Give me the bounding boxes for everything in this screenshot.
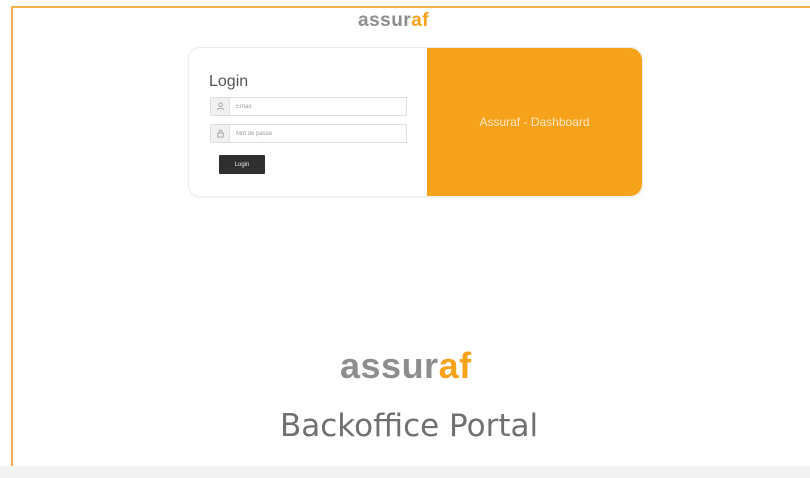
login-title: Login xyxy=(209,73,249,90)
lock-icon-glyph xyxy=(216,129,224,138)
footer-logo-text-af: af xyxy=(438,345,472,386)
dashboard-panel-text: Assuraf - Dashboard xyxy=(479,115,590,129)
dashboard-panel: Assuraf - Dashboard xyxy=(427,48,642,196)
password-field[interactable] xyxy=(210,124,407,143)
logo-text-assur: assur xyxy=(358,10,412,31)
password-input[interactable] xyxy=(230,126,406,141)
lock-icon xyxy=(211,125,230,142)
footer-logo: assuraf xyxy=(340,345,472,387)
user-icon xyxy=(211,98,230,115)
bottom-strip xyxy=(0,466,810,478)
footer-logo-text-assur: assur xyxy=(340,345,439,386)
user-icon-glyph xyxy=(216,102,224,111)
login-button[interactable]: Login xyxy=(219,155,265,174)
email-field[interactable] xyxy=(210,97,407,116)
logo-text-af: af xyxy=(411,10,430,31)
portal-title: Backoffice Portal xyxy=(280,408,539,444)
email-input[interactable] xyxy=(230,99,406,114)
login-card: Login Login Assuraf - Dashboard xyxy=(188,47,643,197)
login-form: Login Login xyxy=(189,48,427,196)
header-logo: assuraf xyxy=(358,10,429,32)
